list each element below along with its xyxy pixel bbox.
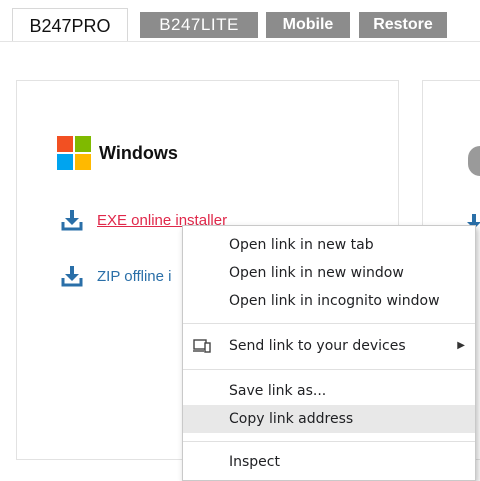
- menu-item-label: Send link to your devices: [229, 338, 406, 354]
- menu-item-send-to-devices[interactable]: Send link to your devices ▶: [183, 332, 475, 360]
- tab-restore[interactable]: Restore: [359, 12, 447, 38]
- menu-item-label: Open link in new tab: [229, 237, 374, 253]
- menu-separator: [183, 323, 475, 324]
- menu-item-label: Copy link address: [229, 411, 354, 427]
- os-logo-icon: [468, 146, 480, 176]
- os-header: Windows: [57, 135, 178, 171]
- zip-offline-installer-link[interactable]: ZIP offline i: [97, 268, 172, 285]
- devices-icon: [193, 339, 211, 353]
- zip-download-row[interactable]: ZIP offline i: [61, 265, 172, 287]
- context-menu: Open link in new tab Open link in new wi…: [182, 225, 476, 481]
- windows-logo-icon: [57, 136, 91, 170]
- menu-item-copy-link-address[interactable]: Copy link address: [183, 405, 475, 433]
- menu-separator: [183, 369, 475, 370]
- submenu-arrow-icon: ▶: [457, 340, 465, 351]
- menu-separator: [183, 441, 475, 442]
- os-name: Windows: [99, 142, 178, 163]
- tab-bar: B247PRO B247LITE Mobile Restore: [0, 8, 480, 42]
- download-icon: [61, 266, 83, 287]
- tab-divider: [0, 41, 480, 42]
- tab-b247lite[interactable]: B247LITE: [140, 12, 258, 38]
- menu-item-label: Open link in incognito window: [229, 293, 440, 309]
- menu-item-inspect[interactable]: Inspect: [183, 448, 475, 476]
- menu-item-label: Inspect: [229, 454, 280, 470]
- menu-item-label: Save link as...: [229, 383, 327, 399]
- tab-b247pro[interactable]: B247PRO: [12, 8, 128, 42]
- download-icon: [61, 210, 83, 231]
- menu-item-save-link-as[interactable]: Save link as...: [183, 377, 475, 405]
- menu-item-open-new-window[interactable]: Open link in new window: [183, 259, 475, 287]
- menu-item-open-new-tab[interactable]: Open link in new tab: [183, 231, 475, 259]
- tab-mobile[interactable]: Mobile: [266, 12, 350, 38]
- menu-item-label: Open link in new window: [229, 265, 404, 281]
- menu-item-open-incognito[interactable]: Open link in incognito window: [183, 287, 475, 315]
